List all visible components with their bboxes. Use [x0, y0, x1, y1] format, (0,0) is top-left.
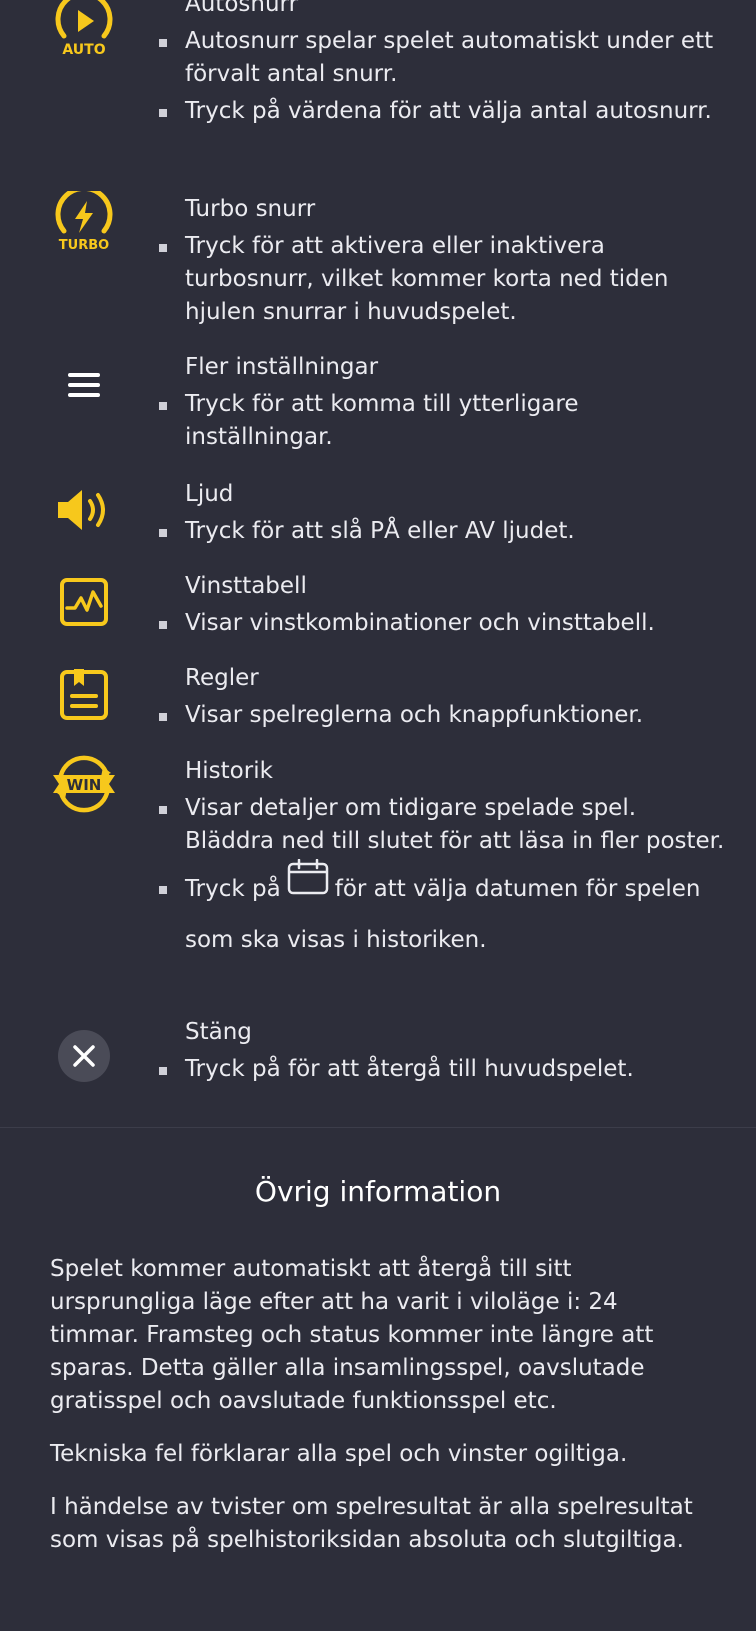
feature-bullet: Tryck på värdena för att välja antal aut…	[159, 95, 730, 128]
history-icon-label: WIN	[67, 776, 102, 794]
feature-autospin-text: Autosnurr Autosnurr spelar spelet automa…	[159, 0, 730, 128]
feature-turbo-text: Turbo snurr Tryck för att aktivera eller…	[159, 193, 730, 329]
feature-paytable-text: Vinsttabell Visar vinstkombinationer och…	[159, 570, 730, 640]
feature-title: Regler	[185, 665, 259, 691]
rules-icon	[44, 654, 124, 734]
turbo-icon-label: TURBO	[59, 238, 109, 253]
history-win-icon: WIN	[44, 743, 124, 823]
feature-title: Stäng	[185, 1019, 252, 1045]
speaker-icon	[44, 470, 124, 550]
calendar-bullet-before: Tryck på	[185, 876, 281, 902]
feature-history-text: Historik Visar detaljer om tidigare spel…	[159, 755, 730, 966]
turbo-icon: TURBO	[44, 183, 124, 263]
menu-icon	[44, 345, 124, 425]
calendar-icon	[287, 858, 329, 914]
autospin-icon-label: AUTO	[62, 42, 105, 58]
close-icon	[44, 1016, 124, 1096]
feature-title: Vinsttabell	[185, 573, 307, 599]
feature-title: Historik	[185, 758, 273, 784]
feature-bullet: Autosnurr spelar spelet automatiskt unde…	[159, 25, 730, 91]
feature-bullet: Tryck för att komma till ytterligare ins…	[159, 388, 730, 454]
feature-title: Autosnurr	[185, 0, 299, 17]
other-info-body: Spelet kommer automatiskt att återgå til…	[50, 1253, 710, 1577]
feature-sound-text: Ljud Tryck för att slå PÅ eller AV ljude…	[159, 478, 730, 548]
feature-bullet: Tryck på för att återgå till huvudspelet…	[159, 1053, 730, 1086]
feature-title: Fler inställningar	[185, 354, 379, 380]
paytable-icon	[44, 562, 124, 642]
feature-title: Turbo snurr	[185, 196, 316, 222]
feature-title: Ljud	[185, 481, 234, 507]
feature-close-text: Stäng Tryck på för att återgå till huvud…	[159, 1016, 730, 1086]
feature-bullet: Visar detaljer om tidigare spelade spel.…	[159, 792, 730, 858]
other-info-paragraph: Tekniska fel förklarar alla spel och vin…	[50, 1441, 628, 1467]
other-info-title: Övrig information	[254, 1175, 502, 1208]
feature-bullet-calendar: Tryck på för att välja datumen för spelen…	[159, 858, 730, 966]
feature-bullet: Tryck för att slå PÅ eller AV ljudet.	[159, 515, 730, 548]
section-divider	[0, 1127, 756, 1128]
feature-settings-text: Fler inställningar Tryck för att komma t…	[159, 351, 730, 454]
button-features-list: AUTO Autosnurr Autosnurr spelar spelet a…	[0, 0, 756, 1128]
feature-bullet: Visar vinstkombinationer och vinsttabell…	[159, 607, 730, 640]
feature-bullet: Visar spelreglerna och knappfunktioner.	[159, 699, 730, 732]
feature-bullet: Tryck för att aktivera eller inaktivera …	[159, 230, 730, 329]
feature-rules-text: Regler Visar spelreglerna och knappfunkt…	[159, 662, 730, 732]
other-info-paragraph: I händelse av tvister om spelresultat är…	[50, 1494, 693, 1553]
other-info-paragraph: Spelet kommer automatiskt att återgå til…	[50, 1256, 654, 1414]
autospin-icon: AUTO	[44, 0, 124, 68]
